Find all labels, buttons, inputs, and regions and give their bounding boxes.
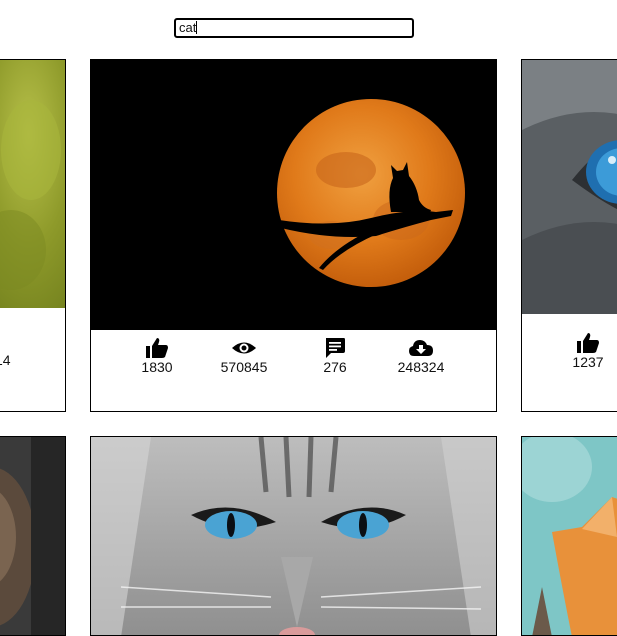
card-image-green-blur[interactable] [0,60,65,308]
downloads-count: 248324 [397,359,445,375]
cloud-download-icon [391,337,451,359]
views-count: 570845 [220,359,268,375]
image-card[interactable] [0,436,66,636]
search-input[interactable]: cat [174,18,414,38]
likes-count: 1830 [141,359,173,375]
card-image-moon-cat[interactable] [91,60,496,330]
thumbs-up-icon [139,337,175,359]
card-image-grey-cat-face[interactable] [91,437,496,635]
image-card[interactable]: 14 [0,59,66,412]
thumbs-up-icon [568,332,608,354]
card-image-cat-eye[interactable] [522,60,617,314]
comments-count: 276 [323,359,347,375]
image-card[interactable] [521,436,617,636]
likes-count: 1237 [572,354,604,370]
card-image-dark-cat[interactable] [0,437,65,635]
search-input-value: cat [179,20,197,35]
text-caret [196,21,198,34]
image-card[interactable]: 1237 [521,59,617,412]
stat-count: 14 [0,352,11,368]
image-card[interactable]: 1830 570845 276 248324 [90,59,497,412]
card-image-orange-cat[interactable] [522,437,617,635]
image-card[interactable] [90,436,497,636]
comment-icon [317,337,353,359]
eye-icon [211,337,277,359]
